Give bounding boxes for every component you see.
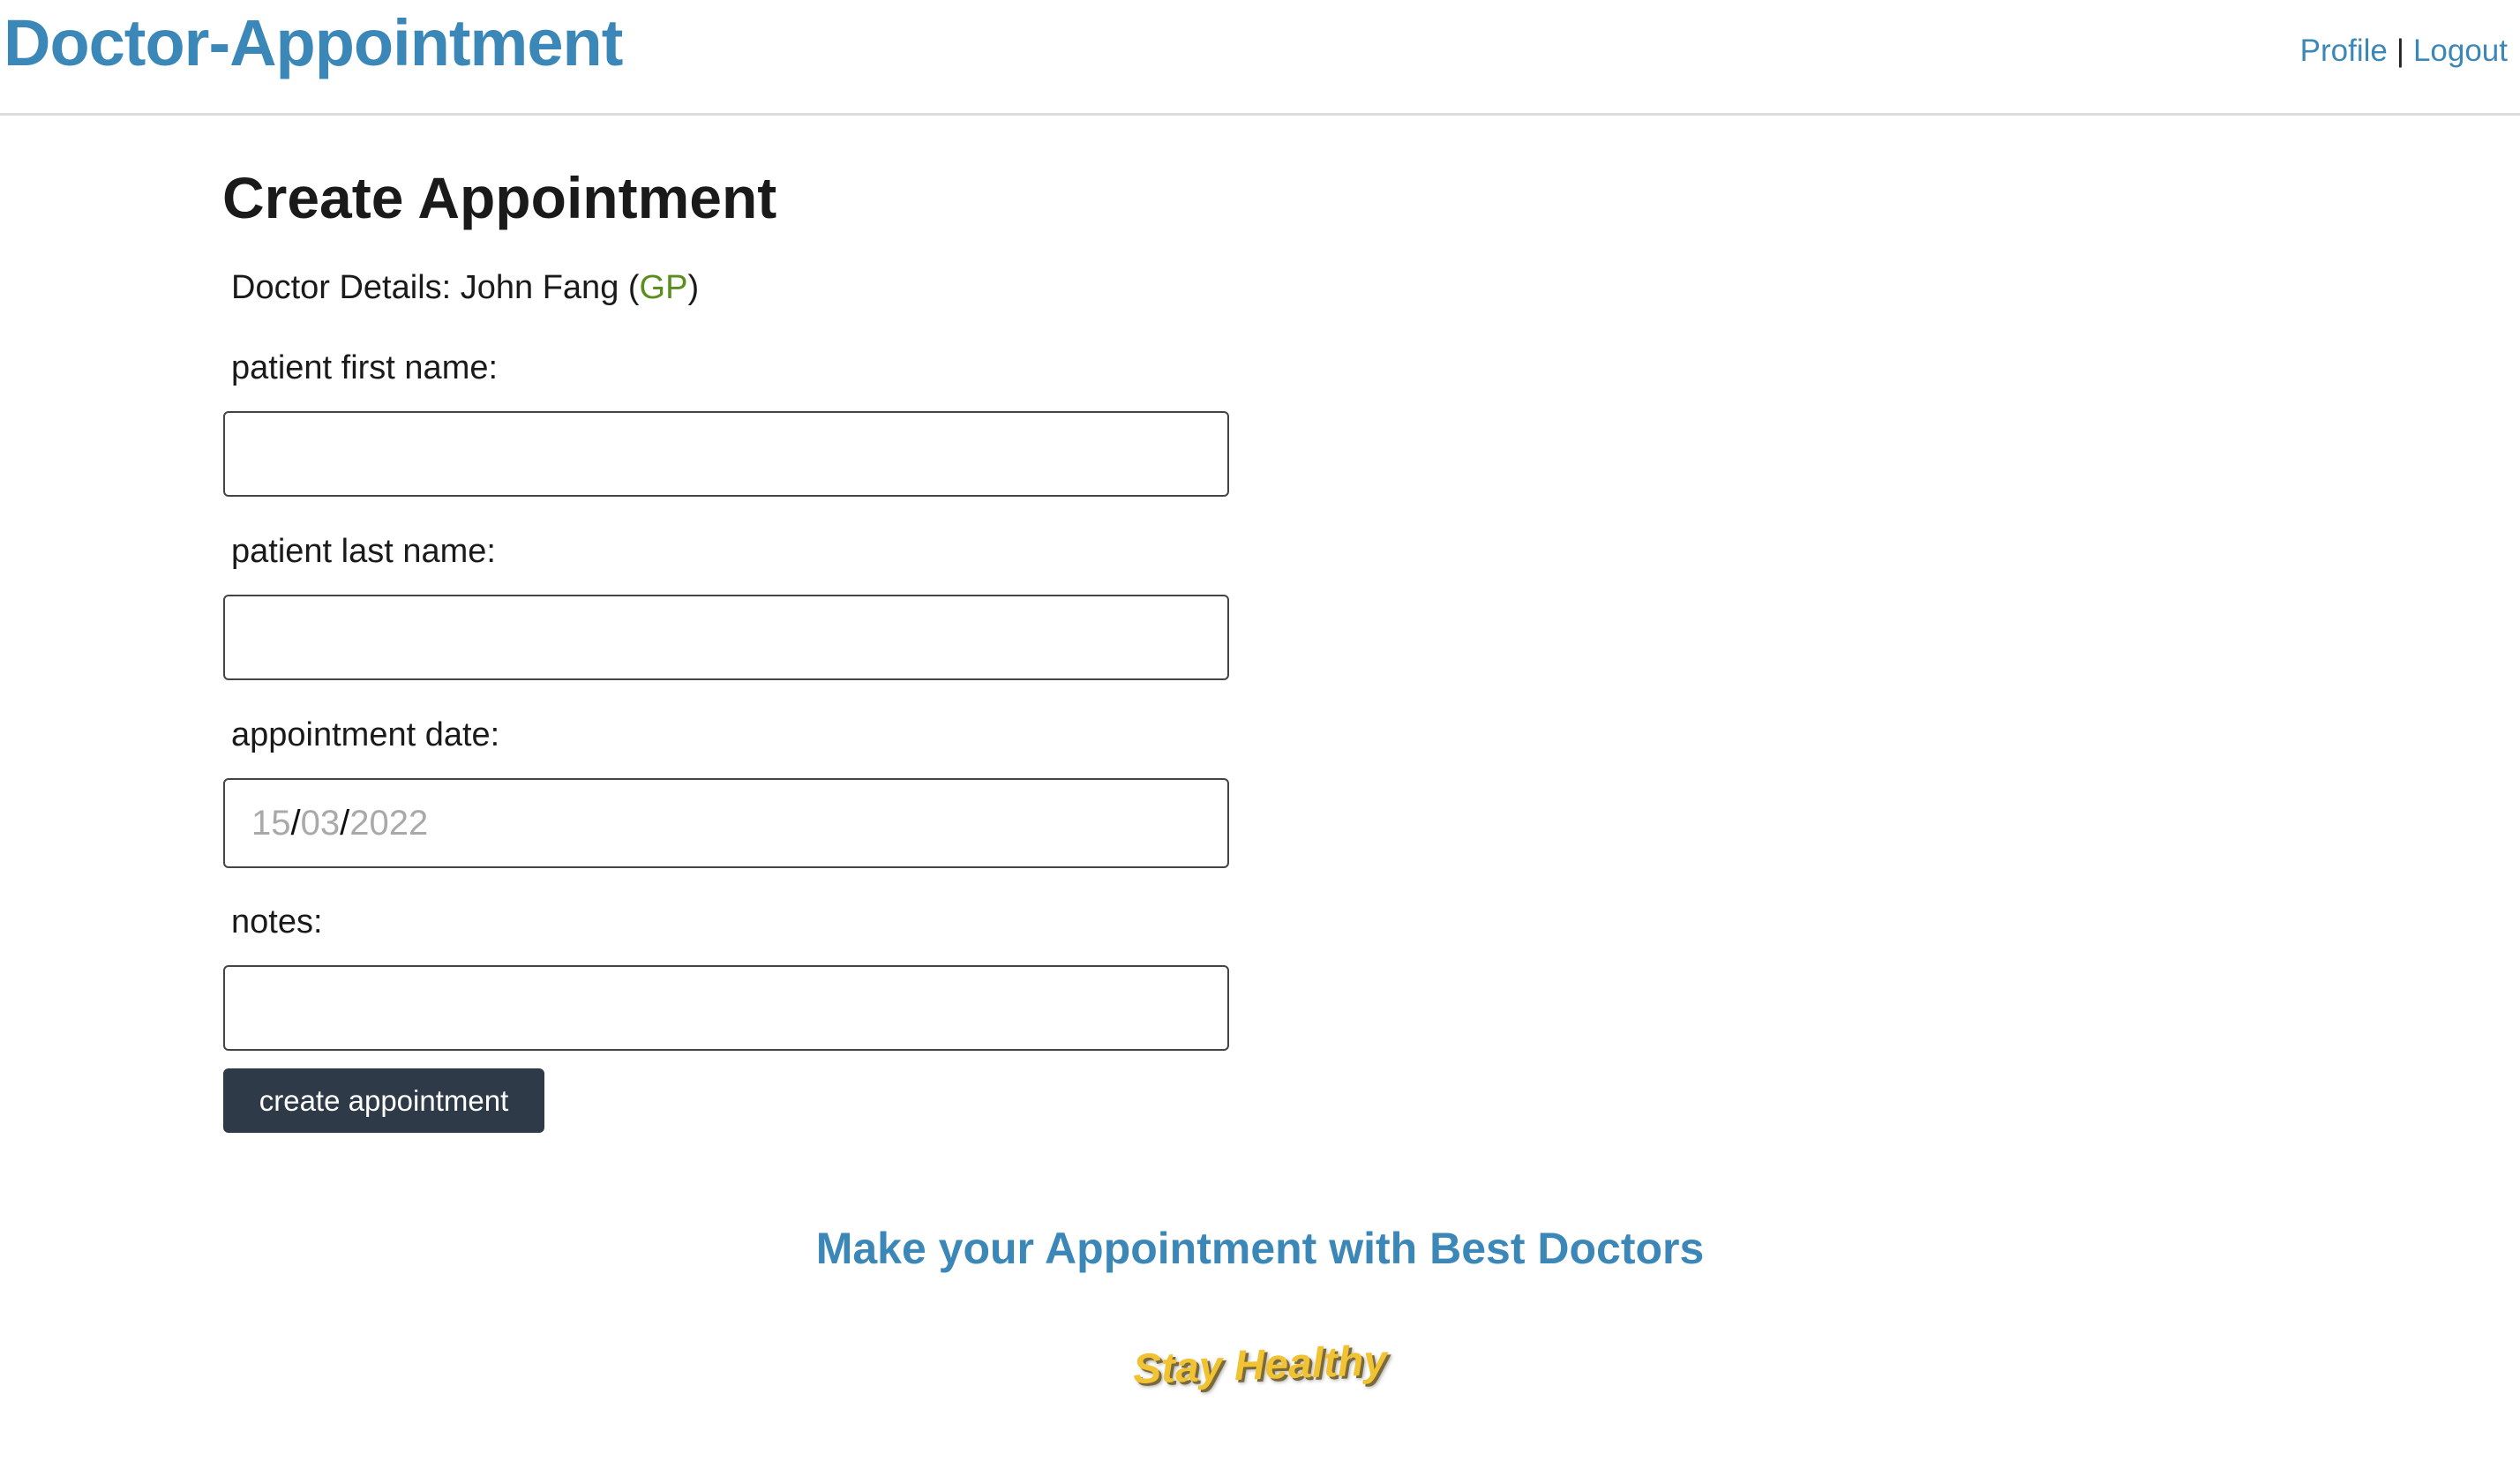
close-paren: ) <box>687 269 700 306</box>
date-year[interactable]: 2022 <box>349 804 428 843</box>
notes-label: notes: <box>231 903 323 940</box>
appointment-date-label: appointment date: <box>231 716 500 753</box>
profile-link[interactable]: Profile <box>2300 34 2388 68</box>
open-paren: ( <box>619 269 640 306</box>
last-name-input[interactable] <box>223 595 1229 680</box>
first-name-label: patient first name: <box>231 349 499 386</box>
doctor-details: Doctor Details: John Fang (GP) <box>231 269 699 307</box>
doctor-specialty: GP <box>639 269 688 306</box>
doctor-details-prefix: Doctor Details: <box>231 269 461 306</box>
date-month[interactable]: 03 <box>301 804 341 843</box>
page-title: Create Appointment <box>222 165 777 230</box>
footer-slogan: Stay Healthy <box>1132 1337 1388 1394</box>
last-name-label: patient last name: <box>231 533 496 570</box>
doctor-name: John Fang <box>460 269 619 306</box>
footer-tagline: Make your Appointment with Best Doctors <box>815 1224 1705 1273</box>
top-nav: Profile | Logout <box>2300 34 2508 69</box>
date-day[interactable]: 15 <box>251 804 291 843</box>
notes-input[interactable] <box>223 965 1229 1051</box>
top-header: Doctor-Appointment Profile | Logout <box>0 0 2520 116</box>
logout-link[interactable]: Logout <box>2413 34 2508 68</box>
first-name-input[interactable] <box>223 411 1229 497</box>
appointment-date-input[interactable]: 15/03/2022 <box>223 778 1229 868</box>
brand-title[interactable]: Doctor-Appointment <box>4 5 623 80</box>
nav-separator: | <box>2396 34 2404 68</box>
date-separator: / <box>340 803 350 843</box>
date-separator: / <box>290 803 301 843</box>
create-appointment-button[interactable]: create appointment <box>223 1068 544 1133</box>
